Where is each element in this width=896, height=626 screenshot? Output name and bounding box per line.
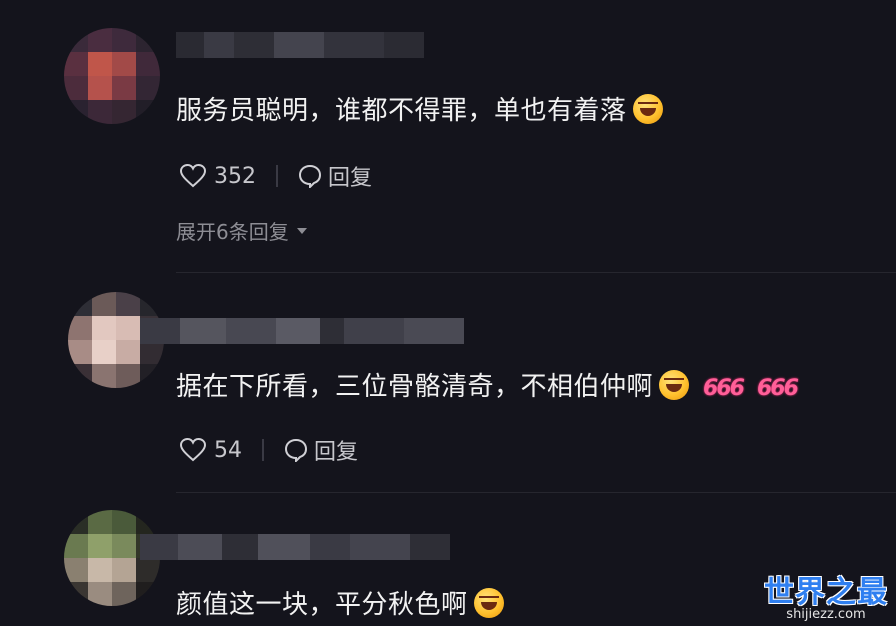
sticker-666: 666 [756,376,799,401]
comment-text-content: 服务员聪明，谁都不得罪，单也有着落 [176,96,627,126]
username-blurred[interactable] [176,32,424,58]
expand-replies-label: 展开6条回复 [176,220,289,244]
divider [262,439,264,461]
comment-text: 据在下所看，三位骨骼清奇，不相伯仲啊 666 666 [176,366,799,403]
reply-button[interactable]: 回复 [314,434,358,466]
divider [176,492,896,493]
comment-actions: 352 回复 [180,160,372,192]
laugh-emoji-icon [473,588,504,618]
laugh-emoji-icon [632,94,663,124]
comment-actions: 54 回复 [180,434,358,466]
username-blurred[interactable] [140,534,450,560]
comment-text-content: 据在下所看，三位骨骼清奇，不相伯仲啊 [176,372,654,402]
laugh-emoji-icon [659,370,690,400]
like-count: 54 [214,437,242,463]
avatar[interactable] [64,28,160,124]
heart-icon[interactable] [180,438,206,462]
watermark-subtitle: shijiezz.com [786,607,866,622]
like-count: 352 [214,163,256,189]
divider [276,165,278,187]
comment-text: 颜值这一块，平分秋色啊 [176,584,504,621]
expand-replies-button[interactable]: 展开6条回复 [176,216,307,245]
username-blurred[interactable] [140,318,464,344]
comment-text: 服务员聪明，谁都不得罪，单也有着落 [176,90,663,127]
reply-icon[interactable] [284,438,308,462]
comment-text-content: 颜值这一块，平分秋色啊 [176,590,468,620]
watermark: 世界之最 shijiezz.com [764,578,888,622]
reply-icon[interactable] [298,164,322,188]
sticker-666: 666 [703,376,745,401]
reply-button[interactable]: 回复 [328,160,372,192]
caret-down-icon [296,227,307,234]
divider [176,272,896,273]
watermark-title: 世界之最 [764,575,888,610]
heart-icon[interactable] [180,164,206,188]
